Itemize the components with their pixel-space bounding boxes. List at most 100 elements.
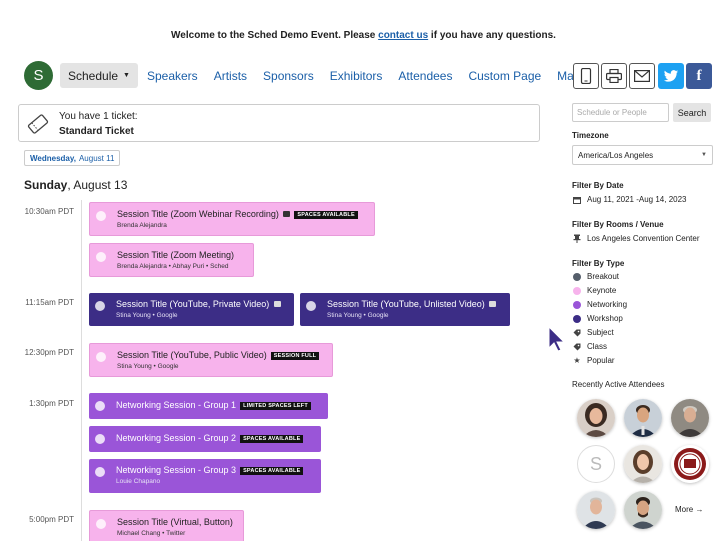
session-title: Session Title (YouTube, Public Video) — [117, 350, 267, 360]
nav-link-artists[interactable]: Artists — [214, 69, 247, 83]
search-input[interactable] — [572, 103, 669, 122]
nav-link-exhibitors[interactable]: Exhibitors — [330, 69, 383, 83]
tag-icon — [572, 343, 582, 351]
ticket-info: You have 1 ticket: Standard Ticket — [18, 104, 540, 142]
attendee-avatar[interactable] — [577, 491, 615, 529]
session-card[interactable]: Networking Session - Group 2 SPACES AVAIL… — [89, 426, 321, 452]
welcome-text-end: if you have any questions. — [428, 30, 556, 41]
person-photo-icon — [624, 399, 662, 437]
filter-tag-class[interactable]: Class — [572, 342, 607, 351]
status-badge: SPACES AVAILABLE — [240, 435, 304, 443]
print-button[interactable] — [601, 63, 627, 89]
date-chip-date: August 11 — [78, 153, 115, 163]
nav-link-sponsors[interactable]: Sponsors — [263, 69, 314, 83]
session-dot — [96, 352, 106, 362]
session-dot — [96, 252, 106, 262]
star-icon: ★ — [573, 356, 581, 365]
email-button[interactable] — [629, 63, 655, 89]
person-photo-icon — [577, 491, 615, 529]
status-badge: SESSION FULL — [270, 352, 320, 360]
day-heading-date: , August 13 — [67, 178, 128, 192]
attendee-avatar-placeholder[interactable]: S — [577, 445, 615, 483]
session-speakers: Stina Young • Google — [117, 363, 179, 370]
filter-type-networking[interactable]: Networking — [572, 300, 627, 309]
session-card[interactable]: Session Title (YouTube, Private Video) S… — [89, 293, 294, 326]
person-photo-icon — [671, 399, 709, 437]
session-card[interactable]: Networking Session - Group 3 SPACES AVAIL… — [89, 459, 321, 493]
attendee-avatar[interactable] — [671, 399, 709, 437]
attendee-avatar[interactable] — [577, 399, 615, 437]
status-badge: SPACES AVAILABLE — [240, 467, 304, 475]
filter-venue-item[interactable]: Los Angeles Convention Center — [572, 234, 700, 243]
tag-icon — [572, 329, 582, 337]
mobile-app-button[interactable] — [573, 63, 599, 89]
session-dot — [306, 301, 316, 311]
session-card[interactable]: Session Title (YouTube, Unlisted Video) … — [300, 293, 510, 326]
filter-venue-heading: Filter By Rooms / Venue — [572, 220, 664, 229]
filter-type-label: Keynote — [587, 286, 617, 295]
attendee-avatar[interactable] — [671, 445, 709, 483]
session-title: Session Title (Virtual, Button) — [117, 517, 233, 527]
session-card[interactable]: Session Title (Zoom Webinar Recording) S… — [89, 202, 375, 236]
day-heading-weekday: Sunday — [24, 178, 68, 192]
session-dot — [95, 401, 105, 411]
facebook-share-button[interactable]: f — [686, 63, 712, 89]
more-attendees-link[interactable]: More → — [675, 505, 703, 514]
video-icon — [273, 301, 281, 307]
welcome-text: Welcome to the Sched Demo Event. Please — [171, 30, 379, 41]
facebook-icon: f — [696, 67, 702, 84]
timeline-divider — [81, 200, 82, 541]
filter-tag-label: Subject — [587, 328, 614, 337]
filter-date-range[interactable]: Aug 11, 2021 -Aug 14, 2023 — [572, 195, 687, 204]
session-dot — [95, 434, 105, 444]
day-heading: Sunday, August 13 — [24, 178, 127, 192]
schedule-dropdown-button[interactable]: Schedule ▼ — [60, 63, 138, 88]
person-photo-icon — [624, 445, 662, 483]
nav-link-custom-page[interactable]: Custom Page — [468, 69, 541, 83]
video-icon — [489, 301, 497, 307]
session-speakers: Brenda Alejandra • Abhay Puri • Sched — [117, 263, 229, 270]
session-title: Networking Session - Group 1 — [116, 400, 237, 410]
session-speakers: Stina Young • Google — [116, 312, 178, 319]
filter-type-breakout[interactable]: Breakout — [572, 272, 619, 281]
filter-type-keynote[interactable]: Keynote — [572, 286, 616, 295]
filter-type-label: Breakout — [587, 272, 620, 281]
nav-link-attendees[interactable]: Attendees — [398, 69, 452, 83]
filter-type-heading: Filter By Type — [572, 259, 625, 268]
filter-type-workshop[interactable]: Workshop — [572, 314, 623, 323]
session-card[interactable]: Session Title (Virtual, Button) Michael … — [89, 510, 244, 541]
event-logo[interactable]: S — [24, 61, 53, 90]
print-icon — [606, 69, 622, 83]
person-photo-icon — [577, 399, 615, 437]
session-card[interactable]: Networking Session - Group 1 LIMITED SPAC… — [89, 393, 328, 419]
filter-tag-subject[interactable]: Subject — [572, 328, 614, 337]
networking-color-dot — [573, 300, 581, 309]
contact-us-link[interactable]: contact us — [378, 30, 428, 41]
timezone-select[interactable]: America/Los Angeles ▼ — [572, 145, 713, 165]
person-photo-icon — [624, 491, 662, 529]
attendee-avatar[interactable] — [624, 491, 662, 529]
date-chip-wednesday[interactable]: Wednesday, August 11 — [24, 150, 121, 166]
pushpin-icon — [572, 234, 582, 243]
time-label: 5:00pm PDT — [29, 515, 74, 524]
time-label: 11:15am PDT — [25, 298, 74, 307]
time-label: 10:30am PDT — [24, 207, 74, 216]
filter-tag-popular[interactable]: ★ Popular — [572, 356, 614, 365]
filter-date-heading: Filter By Date — [572, 181, 624, 190]
twitter-icon — [663, 69, 679, 82]
search-button[interactable]: Search — [673, 103, 711, 122]
timezone-value: America/Los Angeles — [578, 150, 654, 160]
caret-down-icon: ▼ — [123, 72, 130, 79]
caret-down-icon: ▼ — [701, 152, 707, 158]
ticket-count-text: You have 1 ticket: — [59, 111, 138, 122]
nav-link-speakers[interactable]: Speakers — [147, 69, 198, 83]
mouse-cursor-icon — [548, 326, 566, 352]
session-card[interactable]: Session Title (YouTube, Public Video) SES… — [89, 343, 333, 377]
session-dot — [96, 519, 106, 529]
attendee-avatar[interactable] — [624, 399, 662, 437]
status-badge: LIMITED SPACES LEFT — [240, 402, 311, 410]
attendee-avatar[interactable] — [624, 445, 662, 483]
session-card[interactable]: Session Title (Zoom Meeting) Brenda Alej… — [89, 243, 254, 277]
twitter-share-button[interactable] — [658, 63, 684, 89]
session-dot — [96, 211, 106, 221]
